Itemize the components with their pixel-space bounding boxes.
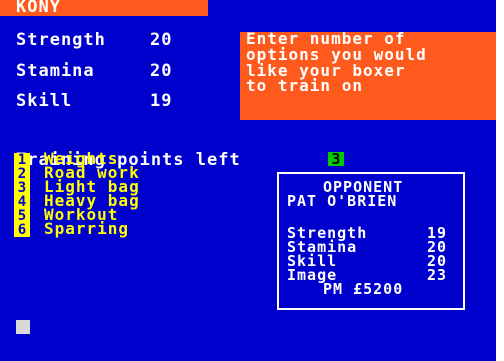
input-cursor[interactable] bbox=[16, 320, 30, 334]
opponent-stat-value: 23 bbox=[427, 266, 448, 284]
opponent-panel: OPPONENT PAT O'BRIEN Strength 19 Stamina… bbox=[277, 172, 465, 310]
opponent-purse: PM £5200 bbox=[323, 280, 404, 298]
prompt-box: Enter number of options you would like y… bbox=[240, 31, 496, 120]
prompt-line: to train on bbox=[246, 76, 363, 95]
title-bar: KONY bbox=[0, 0, 208, 17]
boxer-name: KONY bbox=[16, 0, 61, 17]
opponent-name: PAT O'BRIEN bbox=[287, 192, 398, 210]
game-screen: KONY Strength 20 Stamina 20 Skill 19 Ent… bbox=[0, 0, 496, 361]
stat-value-stamina: 20 bbox=[150, 61, 173, 81]
stat-value-skill: 19 bbox=[150, 91, 173, 111]
menu-item-sparring[interactable]: 6 Sparring bbox=[14, 219, 130, 238]
menu-number: 6 bbox=[14, 223, 30, 237]
menu-number: 2 bbox=[14, 167, 30, 181]
menu-number: 5 bbox=[14, 209, 30, 223]
stat-value-strength: 20 bbox=[150, 30, 173, 50]
stat-label-skill: Skill bbox=[16, 91, 73, 111]
training-points-value: 3 bbox=[328, 152, 344, 167]
menu-label: Sparring bbox=[44, 219, 130, 238]
stat-label-strength: Strength bbox=[16, 30, 106, 50]
menu-number: 4 bbox=[14, 195, 30, 209]
menu-number: 1 bbox=[14, 153, 30, 167]
menu-number: 3 bbox=[14, 181, 30, 195]
stat-label-stamina: Stamina bbox=[16, 61, 95, 81]
